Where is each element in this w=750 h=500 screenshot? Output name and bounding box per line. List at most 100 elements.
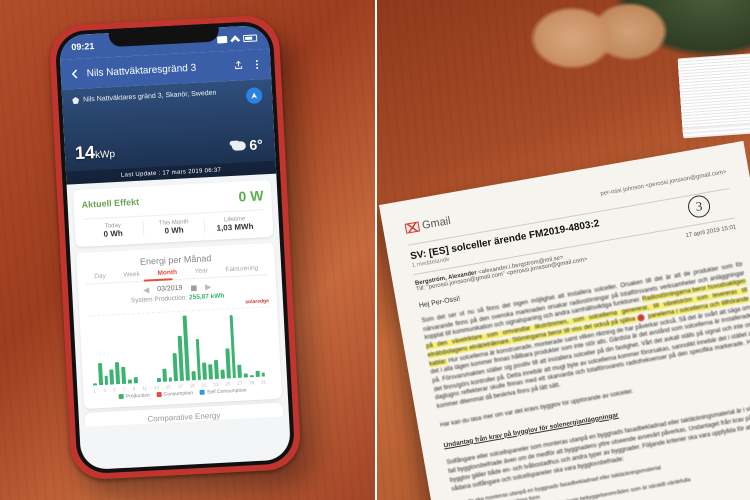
left-photo-panel: 09:21 Nils Nattväktaresgränd 3 — [0, 0, 375, 500]
email-subject: SV: [ES] solceller ärende FM2019-4803:2 — [409, 195, 732, 262]
period-tabs: Day Week Month Year Fakturering — [85, 264, 267, 285]
phone-notch — [108, 23, 219, 47]
kwp-value: 14 — [74, 142, 95, 163]
to-row: Till: "perossi.jonsson@gmail.com" <peros… — [416, 230, 738, 293]
bullet-list: de ska monteras utanpå en byggnads fasad… — [453, 444, 750, 500]
x-tick: 9 — [132, 386, 135, 391]
x-tick: 23 — [213, 382, 218, 387]
paper-stack — [678, 52, 750, 129]
red-marker-dot — [637, 314, 645, 322]
current-power-card: Aktuell Effekt 0 W Today 0 Wh This Month… — [73, 180, 274, 247]
tab-month[interactable]: Month — [157, 269, 177, 277]
legend-selfconsumption: Self Consumption — [200, 387, 247, 395]
system-capacity: 14kWp — [74, 141, 115, 164]
selected-month[interactable]: 03/2019 — [157, 285, 183, 293]
chart-bar — [229, 315, 236, 378]
from-row: Bergström, Alexander <alexander.i.bergst… — [415, 224, 737, 287]
bullet-2: de ska följa byggnadens form — [469, 452, 750, 500]
gmail-logo: Gmail — [404, 215, 451, 235]
status-time: 09:21 — [71, 41, 95, 52]
chart-bar — [208, 364, 213, 379]
to-line: Till: "perossi.jonsson@gmail.com" <peros… — [416, 257, 588, 293]
wifi-icon — [230, 35, 240, 43]
chart-bar — [220, 370, 224, 379]
tab-underline — [144, 278, 173, 282]
chart-bar — [115, 362, 120, 384]
chart-bar — [157, 378, 161, 383]
gmail-divider — [408, 188, 729, 246]
current-power-value: 0 W — [238, 187, 264, 204]
x-tick: 7 — [123, 387, 126, 392]
pin-icon — [72, 97, 79, 104]
phone-body: 09:21 Nils Nattväktaresgränd 3 — [55, 21, 296, 475]
x-tick: 31 — [261, 379, 266, 384]
stat-lifetime-value: 1,03 MWh — [205, 221, 265, 233]
chart-bar — [225, 348, 230, 378]
date-next-icon[interactable]: ▶ — [205, 282, 212, 291]
x-tick: 27 — [237, 381, 242, 386]
calendar-icon[interactable]: ▦ — [190, 283, 197, 291]
top-bar-title: Nils Nattväktaresgränd 3 — [86, 61, 226, 79]
bullet-1: de ska monteras utanpå en byggnads fasad… — [467, 444, 750, 500]
chart-legend: Production Consumption Self Consumption — [92, 386, 274, 402]
chart-bar — [214, 359, 219, 379]
power-stats-row: Today 0 Wh This Month 0 Wh Lifetime 1,03… — [82, 209, 265, 239]
directions-icon[interactable] — [246, 87, 263, 104]
weather: 6° — [231, 136, 263, 154]
legend-production: Production — [119, 393, 150, 401]
x-tick: 5 — [113, 387, 116, 392]
from-addr: <alexander.i.bergstrom@mil.se> — [478, 255, 564, 276]
chart-bar — [178, 335, 184, 381]
chart-bar — [261, 372, 265, 377]
brand-text: solaredge — [245, 298, 269, 305]
energy-card: Energi per Månad Day Week Month Year Fak… — [76, 243, 282, 409]
production-bar-chart — [87, 306, 273, 387]
chart-bar — [110, 369, 115, 384]
highlight-1: Radiostörningarna beror huvudsakligen på… — [426, 279, 748, 359]
more-dots-icon[interactable] — [250, 58, 263, 71]
last-update-label: Last Update : 17 mars 2019 06:37 — [66, 161, 276, 185]
x-tick: 21 — [201, 383, 206, 388]
cloud-icon — [231, 141, 245, 151]
chart-bar — [250, 375, 254, 377]
tab-billing[interactable]: Fakturering — [225, 265, 258, 274]
printed-email-letter: Gmail per-ossi johnson <perossi.jonsson@… — [379, 141, 750, 500]
x-tick: 29 — [249, 380, 254, 385]
x-tick: 11 — [142, 386, 147, 391]
bottom-tab-comparative[interactable]: Comparative Energy — [85, 403, 283, 427]
smartphone: 09:21 Nils Nattväktaresgränd 3 — [48, 14, 301, 480]
chart-bar — [168, 377, 172, 382]
tab-day[interactable]: Day — [94, 273, 106, 281]
gmail-label: Gmail — [421, 215, 451, 232]
chart-bar — [162, 369, 166, 382]
stat-today-value: 0 Wh — [83, 228, 143, 240]
app-top-bar: Nils Nattväktaresgränd 3 — [60, 49, 271, 90]
chart-bar — [195, 339, 201, 380]
x-tick: 19 — [190, 383, 195, 388]
chart-bar — [98, 363, 103, 385]
x-tick: 17 — [178, 384, 183, 389]
battery-icon — [243, 34, 257, 42]
hero-card: Nils Nattväktares gränd 3, Skanör, Swede… — [62, 79, 277, 185]
chart-bar — [93, 383, 97, 385]
share-icon[interactable] — [232, 59, 245, 72]
status-icons — [217, 34, 257, 43]
location-text: Nils Nattväktares gränd 3, Skanör, Swede… — [83, 90, 217, 104]
email-date: 17 april 2019 15:01 — [685, 224, 737, 239]
signal-icon — [217, 35, 227, 43]
sysprod-value: 255,87 kWh — [189, 292, 225, 301]
system-production-row: System Production: 255,87 kWh — [87, 290, 269, 307]
tab-week[interactable]: Week — [123, 271, 140, 279]
energy-heading: Energi per Månad — [85, 250, 267, 270]
date-row: ◀ 03/2019 ▦ ▶ — [86, 279, 268, 298]
tab-year[interactable]: Year — [195, 267, 208, 275]
stat-today-label: Today — [83, 222, 143, 231]
chart-bar — [128, 379, 132, 384]
circled-number-value: 3 — [695, 198, 703, 214]
date-prev-icon[interactable]: ◀ — [143, 285, 150, 294]
x-tick: 15 — [166, 384, 171, 389]
back-chevron-icon[interactable] — [68, 68, 81, 81]
body-paragraph-3: Solfångare eller solcellspaneler som mon… — [446, 402, 750, 494]
sleeve — [570, 0, 750, 90]
clasped-hands — [480, 0, 710, 90]
